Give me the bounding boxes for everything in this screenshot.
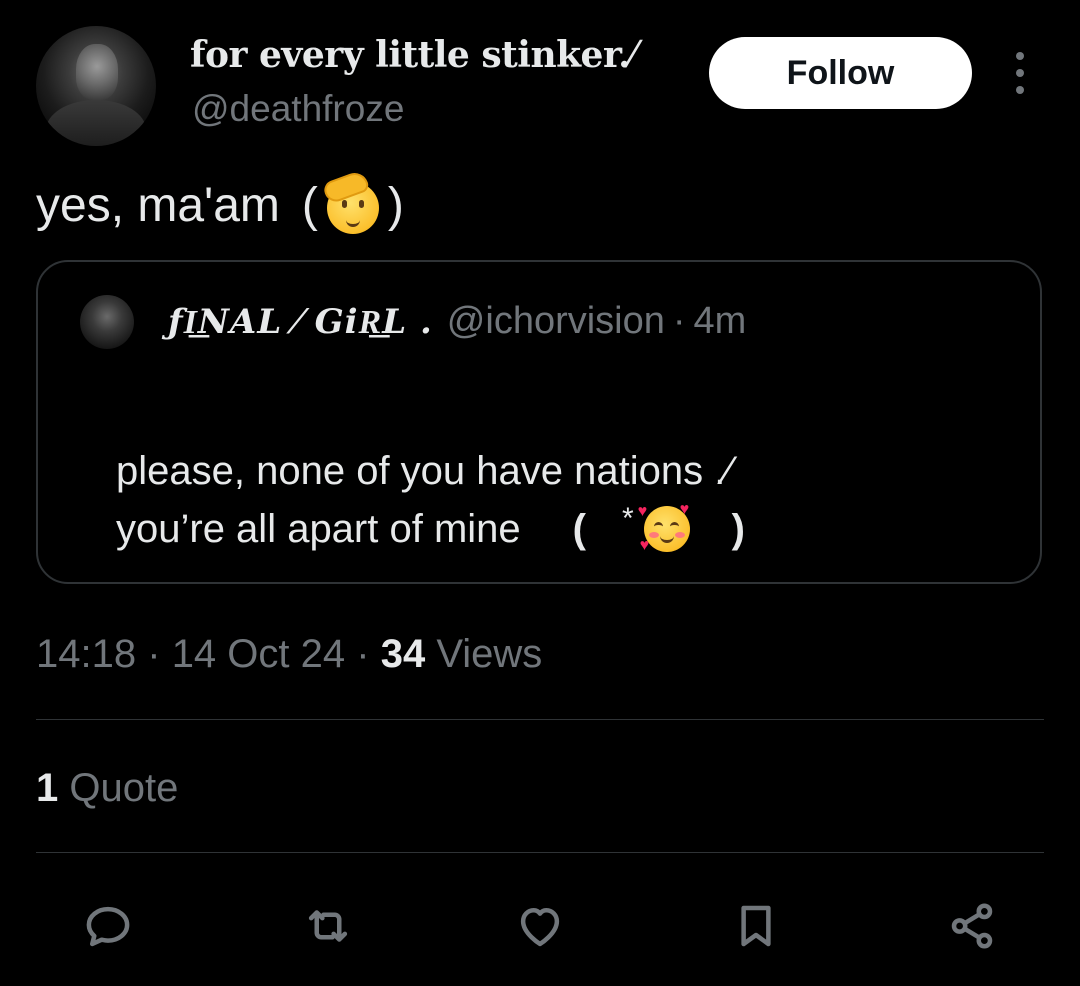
retweet-button[interactable] bbox=[298, 896, 358, 956]
tweet-date[interactable]: 14 Oct 24 bbox=[172, 632, 345, 676]
quote-count-link[interactable]: 1 Quote bbox=[36, 766, 178, 811]
like-icon bbox=[520, 908, 560, 947]
reply-button[interactable] bbox=[78, 896, 138, 956]
quoted-tweet-body: please, none of you have nations .⁄ you’… bbox=[116, 442, 745, 558]
quote-count: 1 bbox=[36, 766, 59, 810]
tweet-body: yes, ma'am bbox=[36, 178, 280, 232]
reply-icon bbox=[86, 906, 130, 947]
quoted-tweet-card[interactable]: ƒI͟NAL ⁄ GiR͟L . @ichorvision · 4m pleas… bbox=[36, 260, 1042, 584]
paren-open: ( bbox=[301, 178, 318, 232]
quoted-author-handle: @ichorvision bbox=[446, 300, 665, 342]
quoted-tweet-header: ƒI͟NAL ⁄ GiR͟L . @ichorvision · 4m bbox=[168, 300, 746, 343]
views-label: Views bbox=[436, 632, 543, 676]
quoted-paren-open: ( bbox=[572, 507, 586, 551]
retweet-icon bbox=[308, 910, 348, 942]
author-display-name[interactable]: for every little stinker.⁄ bbox=[190, 34, 636, 76]
quote-label: Quote bbox=[69, 766, 179, 810]
like-button[interactable] bbox=[510, 896, 570, 956]
bookmark-icon bbox=[741, 905, 771, 947]
follow-button[interactable]: Follow bbox=[709, 37, 972, 109]
smiling-face-with-hearts-emoji-icon: ♥ ♥ ♥ bbox=[637, 501, 690, 554]
bookmark-button[interactable] bbox=[726, 896, 786, 956]
divider bbox=[36, 852, 1044, 853]
divider bbox=[36, 719, 1044, 720]
more-options-icon[interactable] bbox=[1006, 52, 1034, 94]
quoted-line-2: you’re all apart of mine bbox=[116, 507, 521, 551]
tweet-emoji-group: ( ) bbox=[301, 169, 404, 234]
quoted-author-avatar[interactable] bbox=[80, 295, 134, 349]
quoted-line-2-row: you’re all apart of mine ( * ♥ ♥ ♥ ) bbox=[116, 500, 745, 558]
author-avatar[interactable] bbox=[36, 26, 156, 146]
paren-close: ) bbox=[387, 178, 404, 232]
quoted-separator: · bbox=[672, 300, 686, 342]
quoted-author-display-name: ƒI͟NAL ⁄ GiR͟L . bbox=[168, 302, 433, 342]
quoted-line-1: please, none of you have nations .⁄ bbox=[116, 449, 733, 493]
quoted-paren-close: ) bbox=[731, 507, 745, 551]
quoted-star: * bbox=[621, 502, 634, 535]
meta-separator: · bbox=[356, 632, 370, 676]
share-button[interactable] bbox=[942, 896, 1002, 956]
tweet-text: yes, ma'am ( ) bbox=[36, 169, 404, 234]
quoted-emoji-group: ( * ♥ ♥ ♥ ) bbox=[573, 500, 745, 558]
share-icon bbox=[951, 903, 993, 949]
saluting-face-emoji-icon bbox=[321, 169, 382, 234]
quoted-timestamp: 4m bbox=[693, 300, 747, 342]
tweet-meta: 14:18 · 14 Oct 24 · 34 Views bbox=[36, 632, 542, 677]
meta-separator: · bbox=[147, 632, 161, 676]
tweet-time[interactable]: 14:18 bbox=[36, 632, 136, 676]
author-handle[interactable]: @deathfroze bbox=[192, 88, 404, 130]
views-count: 34 bbox=[380, 632, 426, 676]
